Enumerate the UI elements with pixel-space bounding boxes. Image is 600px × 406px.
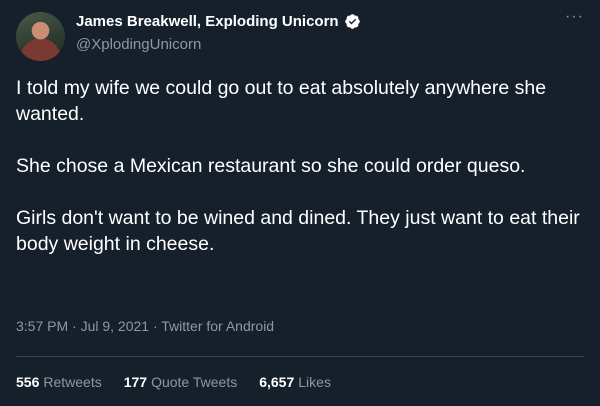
likes-label: Likes — [298, 374, 331, 390]
tweet-paragraph: I told my wife we could go out to eat ab… — [16, 77, 547, 125]
author-handle[interactable]: @XplodingUnicorn — [76, 36, 201, 53]
likes-count: 6,657 — [259, 374, 295, 390]
verified-badge-icon — [344, 14, 360, 29]
avatar[interactable] — [16, 12, 65, 61]
engagement-stats: 556 Retweets 177 Quote Tweets 6,657 Likes — [16, 374, 331, 390]
retweets-stat[interactable]: 556 Retweets — [16, 374, 102, 390]
quote-tweets-label: Quote Tweets — [151, 374, 238, 390]
tweet-paragraph: She chose a Mexican restaurant so she co… — [16, 155, 526, 177]
likes-stat[interactable]: 6,657 Likes — [259, 374, 331, 390]
author-name[interactable]: James Breakwell, Exploding Unicorn — [76, 13, 339, 30]
divider — [16, 356, 584, 357]
tweet-paragraph: Girls don't want to be wined and dined. … — [16, 207, 580, 255]
tweet-timestamp[interactable]: 3:57 PM · Jul 9, 2021 · Twitter for Andr… — [16, 318, 274, 334]
retweets-count: 556 — [16, 374, 40, 390]
more-options-icon[interactable]: ··· — [565, 8, 584, 26]
quote-tweets-stat[interactable]: 177 Quote Tweets — [124, 374, 238, 390]
tweet-text: I told my wife we could go out to eat ab… — [16, 75, 584, 283]
quote-tweets-count: 177 — [123, 374, 148, 390]
author-name-row[interactable]: James Breakwell, Exploding Unicorn — [76, 13, 361, 30]
retweets-label: Retweets — [43, 374, 102, 390]
